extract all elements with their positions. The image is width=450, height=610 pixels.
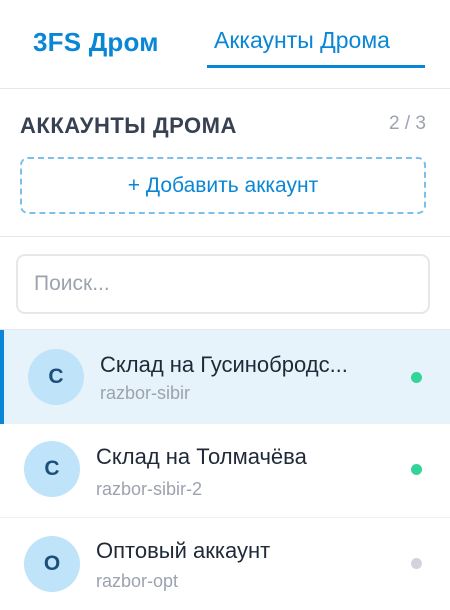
add-account-button[interactable]: + Добавить аккаунт	[20, 157, 426, 214]
section-title: АККАУНТЫ ДРОМА	[20, 113, 237, 138]
avatar: О	[24, 536, 80, 592]
avatar: С	[28, 349, 84, 405]
account-name: Оптовый аккаунт	[96, 538, 271, 563]
top-header: 3FS Дром Аккаунты Дрома	[0, 0, 450, 89]
status-dot-active	[411, 464, 422, 475]
search-input[interactable]	[16, 254, 430, 314]
account-login: razbor-sibir-2	[96, 479, 203, 499]
account-name: Склад на Толмачёва	[96, 444, 307, 469]
tab-drom-accounts[interactable]: Аккаунты Дрома	[207, 0, 425, 68]
avatar: С	[24, 441, 80, 497]
accounts-count: 2 / 3	[389, 113, 426, 134]
brand-logo[interactable]: 3FS Дром	[33, 27, 159, 58]
account-login: razbor-opt	[96, 571, 179, 591]
account-item[interactable]: С Склад на Толмачёва razbor-sibir-2	[0, 424, 450, 518]
account-login: razbor-sibir	[100, 383, 191, 403]
status-dot-active	[411, 372, 422, 383]
account-name: Склад на Гусинобродс...	[100, 352, 348, 377]
divider	[0, 236, 450, 237]
tab-drom-accounts-label: Аккаунты Дрома	[214, 27, 390, 53]
add-account-label: + Добавить аккаунт	[127, 173, 319, 197]
status-dot-inactive	[411, 558, 422, 569]
account-item[interactable]: С Склад на Гусинобродс... razbor-sibir	[0, 330, 450, 424]
account-item[interactable]: О Оптовый аккаунт razbor-opt	[0, 518, 450, 610]
